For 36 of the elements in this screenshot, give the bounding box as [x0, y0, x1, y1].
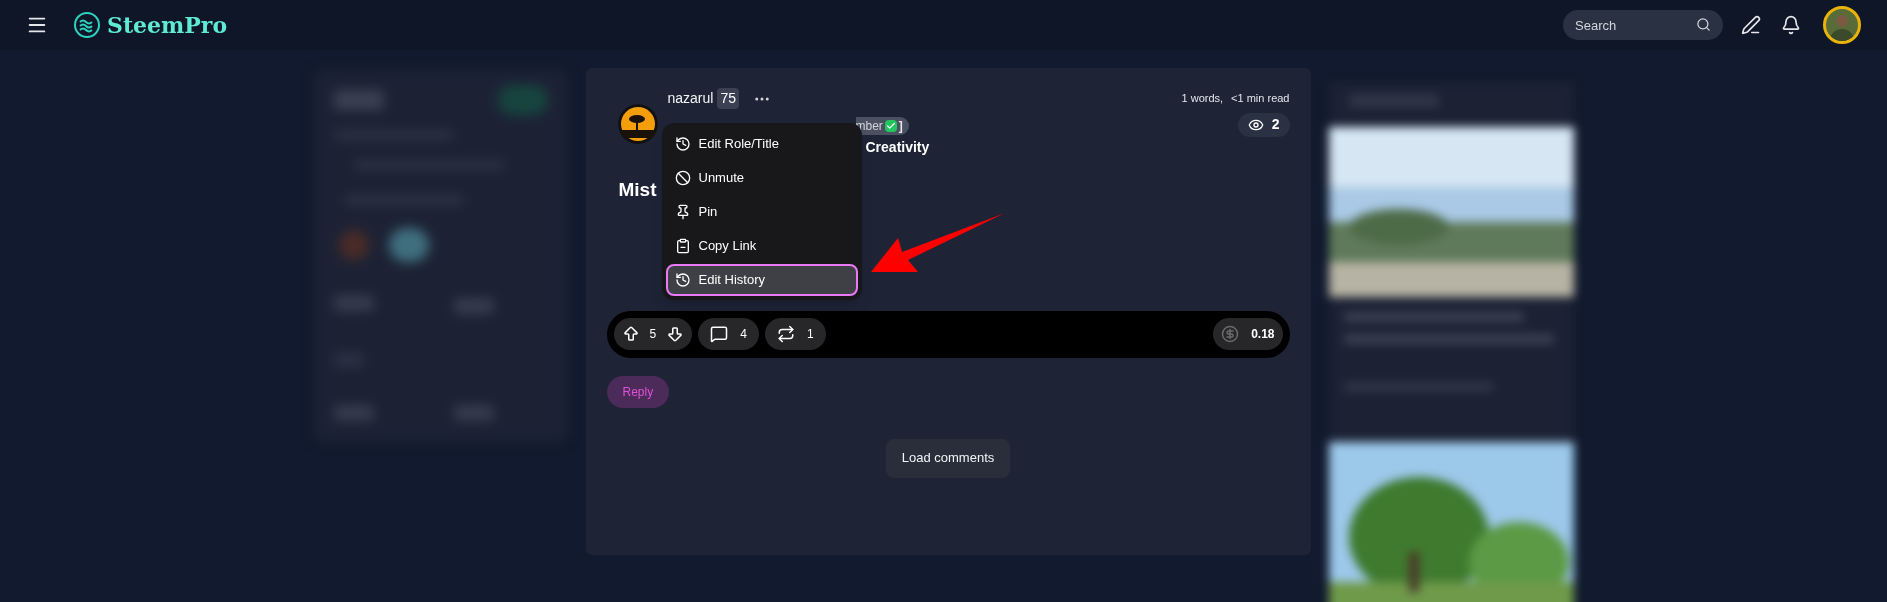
- search-icon[interactable]: [1696, 17, 1711, 32]
- reputation-badge: 75: [717, 88, 739, 109]
- word-count: 1 words,: [1181, 91, 1224, 106]
- payout-pill[interactable]: 0.18: [1213, 318, 1283, 350]
- menu-item[interactable]: Copy Link: [665, 229, 858, 263]
- history-icon: [674, 272, 691, 288]
- check-icon: [884, 120, 897, 132]
- read-time: <1 min read: [1231, 91, 1290, 106]
- menu-item[interactable]: Pin: [665, 195, 858, 229]
- reply-button[interactable]: Reply: [606, 375, 670, 408]
- post-title[interactable]: Mist: [618, 176, 657, 205]
- downvote-icon[interactable]: [666, 325, 685, 343]
- ban-icon: [674, 170, 691, 186]
- coin-icon: [1221, 325, 1240, 343]
- comment-button[interactable]: 4: [698, 318, 759, 350]
- pencil-icon[interactable]: [1741, 15, 1761, 35]
- bell-icon[interactable]: [1781, 15, 1801, 35]
- logo-text[interactable]: SteemPro: [107, 8, 228, 42]
- clipboard-icon: [674, 238, 691, 254]
- history-icon: [674, 136, 691, 152]
- menu-item[interactable]: Edit Role/Title: [665, 127, 858, 161]
- badge-bracket: ]: [898, 118, 903, 135]
- logo-icon[interactable]: [73, 11, 101, 39]
- vote-count: 5: [649, 326, 657, 343]
- repost-icon: [776, 325, 795, 343]
- load-comments-button[interactable]: Load comments: [885, 438, 1011, 478]
- author-name[interactable]: nazarul: [667, 88, 714, 109]
- user-avatar[interactable]: [1823, 6, 1861, 44]
- repost-button[interactable]: 1: [764, 318, 826, 350]
- menu-item[interactable]: Unmute: [665, 161, 858, 195]
- upvote-icon[interactable]: [621, 325, 640, 343]
- views-badge: 2: [1237, 112, 1290, 137]
- search-field[interactable]: Search: [1563, 10, 1723, 40]
- community-name[interactable]: Creativity: [865, 137, 1182, 158]
- comment-icon: [710, 325, 729, 343]
- menu-item[interactable]: Edit History: [665, 264, 858, 296]
